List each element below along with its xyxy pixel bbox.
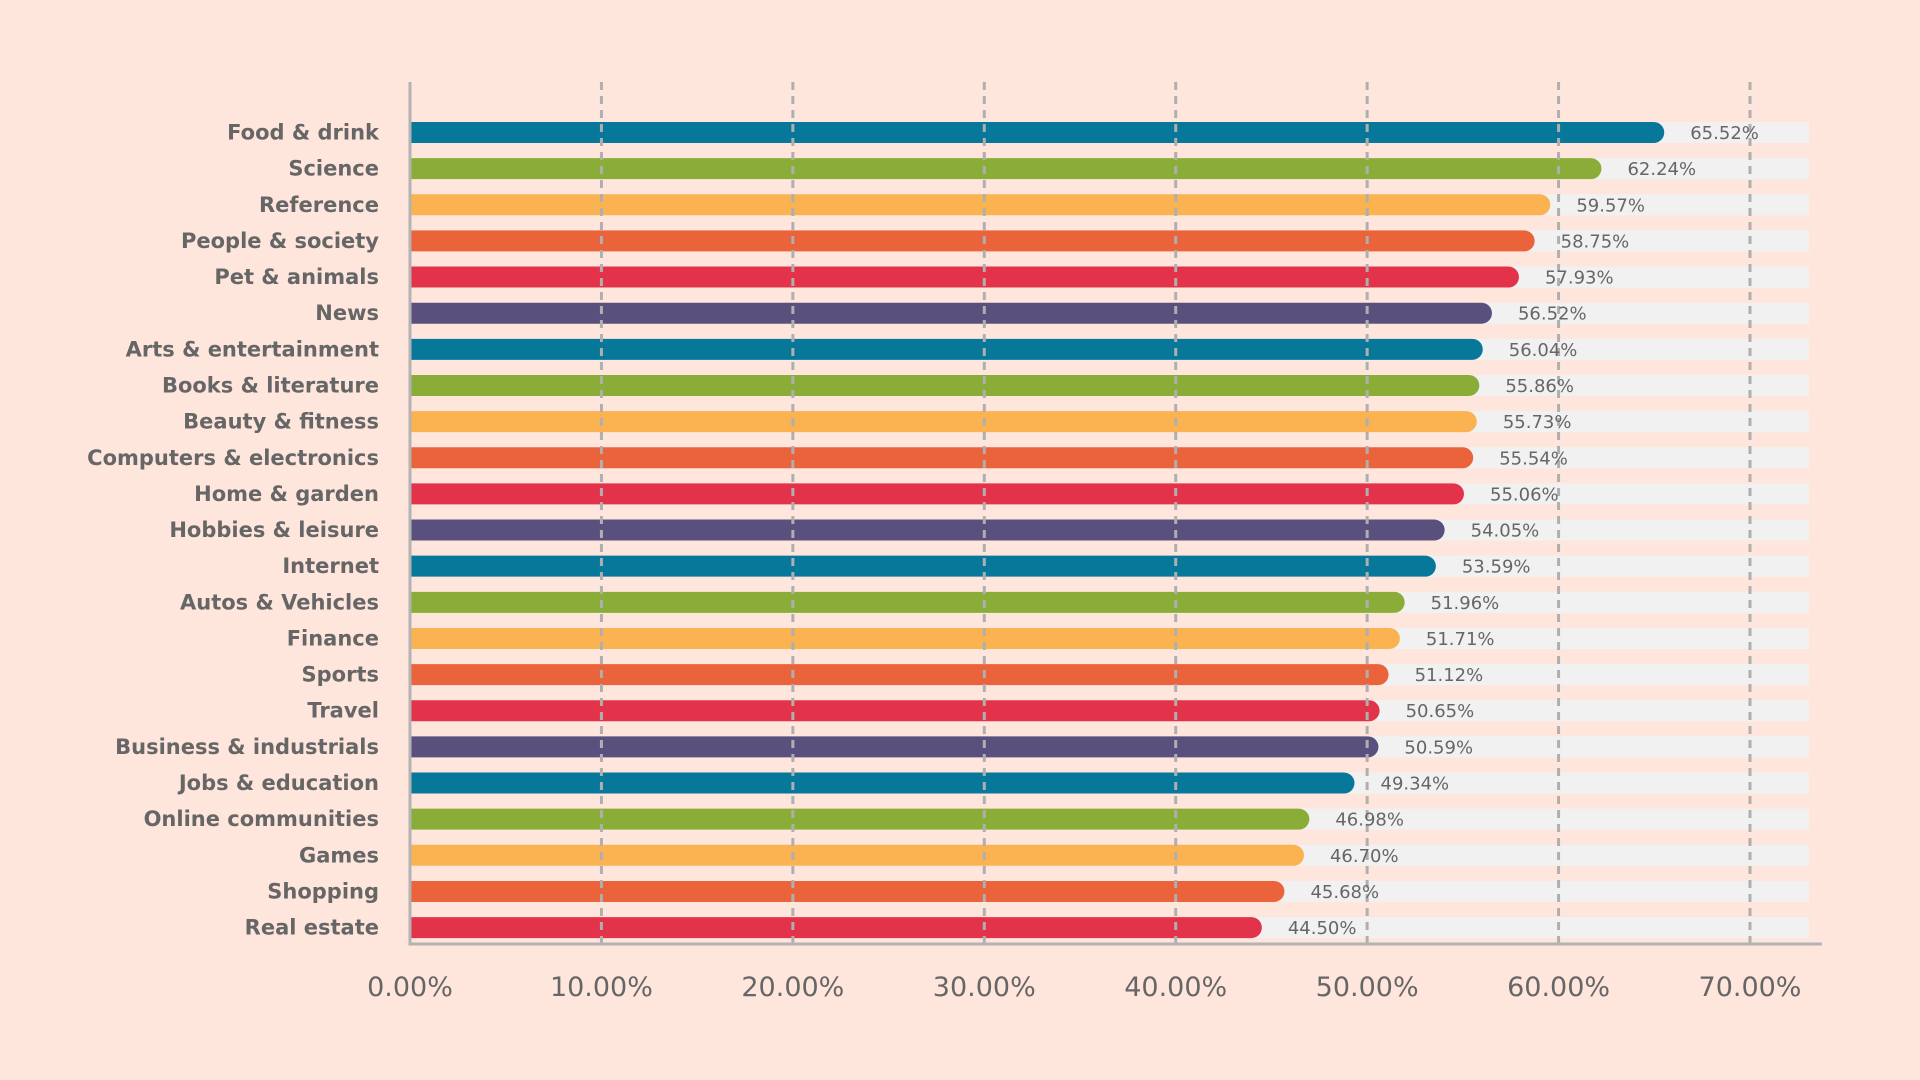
bar [410,411,1477,433]
x-tick-label: 50.00% [1316,972,1419,1003]
value-label: 51.71% [1426,629,1495,650]
category-label: Autos & Vehicles [180,590,379,614]
bar [410,194,1551,216]
value-label: 57.93% [1545,268,1614,289]
category-label: Shopping [267,879,379,903]
category-label: Online communities [144,807,379,831]
value-label: 50.65% [1406,701,1475,722]
category-label: Jobs & education [177,771,379,795]
x-tick-label: 20.00% [741,972,844,1003]
bar [410,338,1483,360]
category-label: Home & garden [194,482,379,506]
value-label: 46.70% [1330,846,1399,867]
value-label: 58.75% [1561,231,1630,252]
value-label: 55.86% [1505,376,1574,397]
category-label: Hobbies & leisure [169,518,379,542]
bar [410,844,1304,866]
bar [410,917,1262,939]
value-label: 46.98% [1335,810,1404,831]
category-label: Reference [259,193,379,217]
category-label: Food & drink [227,121,380,145]
x-tick-label: 30.00% [933,972,1036,1003]
category-label: News [315,301,379,325]
category-label: Games [299,843,379,867]
value-label: 51.12% [1415,665,1484,686]
category-label: Pet & animals [214,265,379,289]
value-label: 55.06% [1490,484,1559,505]
bar [410,158,1602,180]
x-tick-label: 40.00% [1124,972,1227,1003]
bar [410,483,1465,505]
bar [410,627,1400,649]
value-label: 65.52% [1690,123,1759,144]
bar [410,374,1480,396]
bar [410,555,1436,577]
category-label: Sports [302,663,379,687]
bar [410,122,1665,143]
category-label: Arts & entertainment [126,337,379,361]
value-label: 62.24% [1627,159,1696,180]
bar [410,664,1389,686]
category-label: Internet [282,554,379,578]
x-tick-label: 70.00% [1699,972,1802,1003]
category-label: People & society [181,229,379,253]
bar [410,447,1474,469]
value-label: 45.68% [1310,882,1379,903]
category-label: Beauty & fitness [183,410,379,434]
value-label: 51.96% [1431,593,1500,614]
value-label: 56.52% [1518,304,1587,325]
bar-chart: Food & drink Science Reference People & soc… [87,82,1822,1003]
value-label: 55.54% [1499,448,1568,469]
value-label: 49.34% [1381,774,1450,795]
bar [410,880,1285,902]
value-label: 53.59% [1462,557,1531,578]
value-label: 50.59% [1404,737,1473,758]
category-label: Real estate [245,916,379,940]
category-labels: Food & drink Science Reference People & soc… [87,121,380,940]
category-label: Computers & electronics [87,446,379,470]
bar [410,591,1405,613]
bar [410,772,1355,794]
value-label: 59.57% [1576,195,1645,216]
x-tick-label: 10.00% [550,972,653,1003]
bar [410,736,1379,758]
bar [410,700,1380,722]
value-label: 56.04% [1509,340,1578,361]
bar [410,519,1445,541]
value-label: 44.50% [1288,918,1357,939]
x-tick-label: 60.00% [1507,972,1610,1003]
category-label: Travel [307,699,379,723]
bar [410,302,1492,324]
x-tick-label: 0.00% [367,972,453,1003]
bar [410,266,1519,288]
value-label: 54.05% [1471,521,1540,542]
category-label: Business & industrials [115,735,379,759]
x-tick-labels: 0.00% 10.00% 20.00% 30.00% 40.00% 50.00% 60.00… [367,972,1801,1003]
category-label: Finance [287,626,379,650]
value-label: 55.73% [1503,412,1572,433]
category-label: Books & literature [162,373,379,397]
category-label: Science [288,157,379,181]
